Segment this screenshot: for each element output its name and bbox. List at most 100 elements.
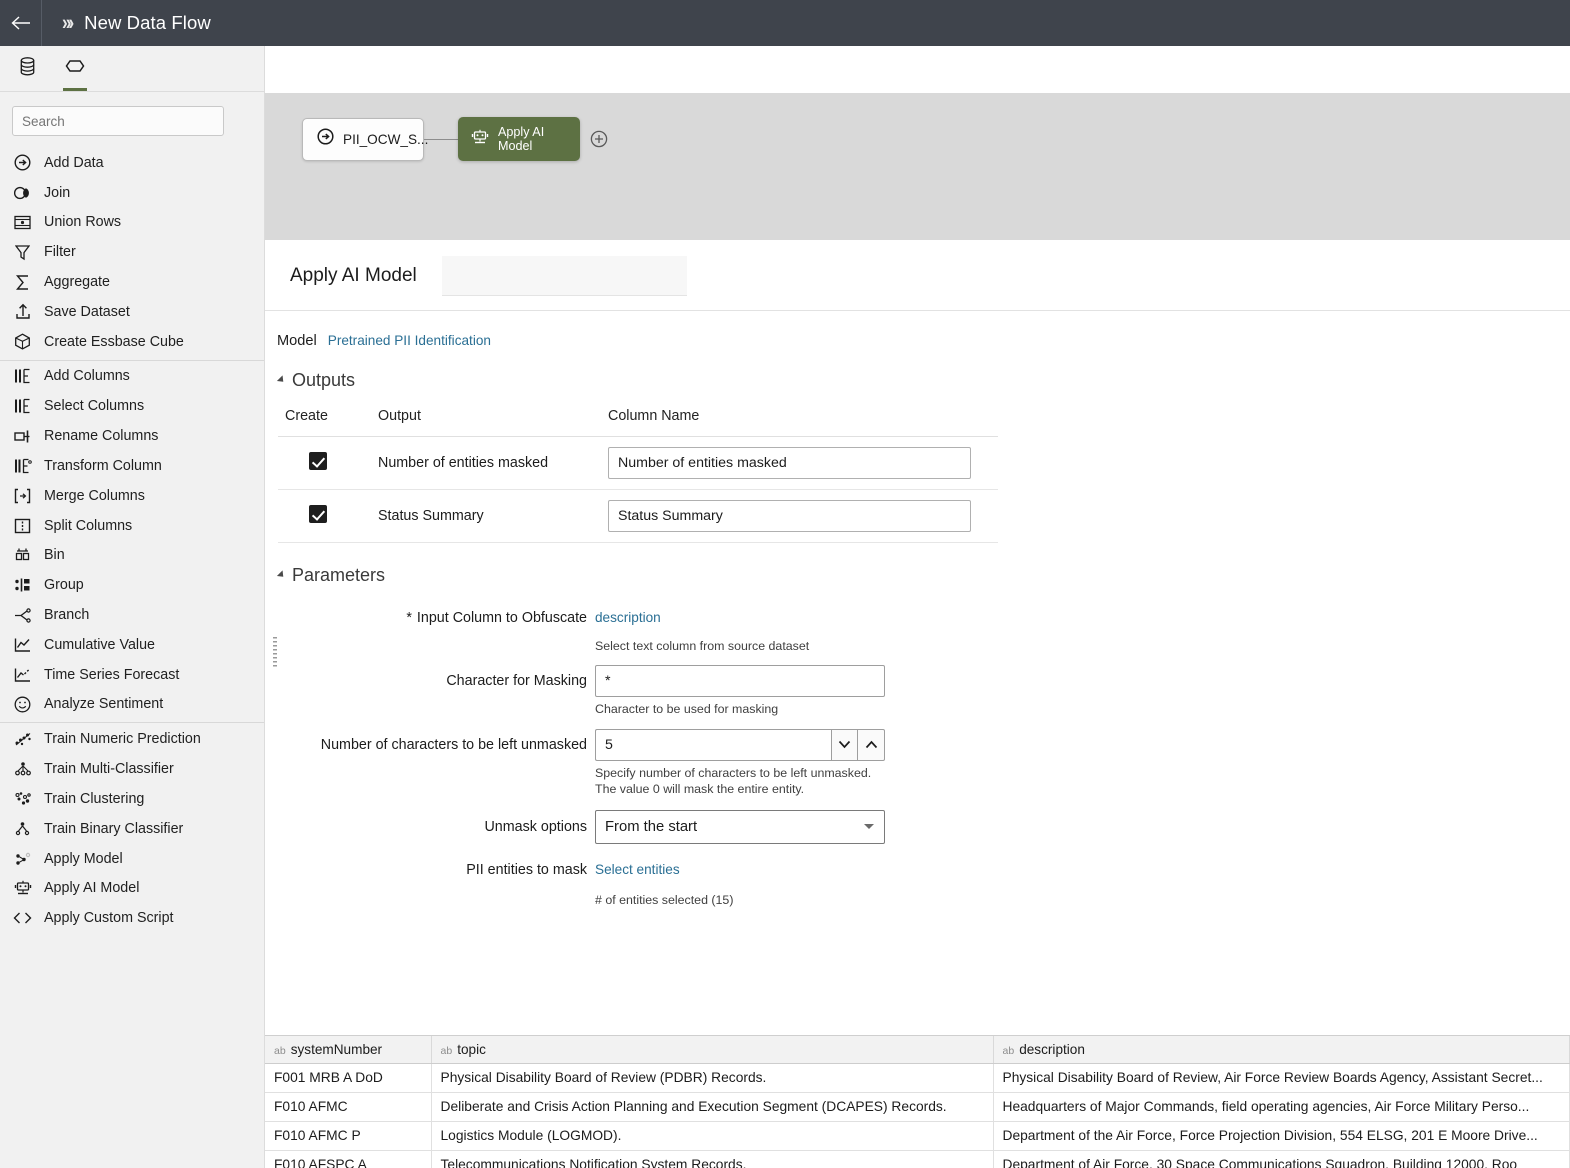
- column-header-label: topic: [457, 1041, 486, 1057]
- model-value-link[interactable]: Pretrained PII Identification: [328, 333, 491, 348]
- sidebar-item-label: Apply AI Model: [44, 880, 140, 897]
- sidebar-item-apply-model[interactable]: Apply Model: [0, 844, 264, 874]
- top-bar: »› New Data Flow: [0, 0, 1570, 46]
- sidebar-item-label: Select Columns: [44, 398, 145, 415]
- shape-node-icon: [65, 59, 85, 78]
- sidebar-item-label: Add Data: [44, 154, 104, 171]
- text-type-icon: ab: [274, 1044, 286, 1057]
- outputs-section-header[interactable]: Outputs: [265, 370, 1570, 391]
- sidebar-item-join[interactable]: Join: [0, 178, 264, 208]
- sidebar-item-time-series-forecast[interactable]: Time Series Forecast: [0, 660, 264, 690]
- panel-resize-grip[interactable]: [273, 637, 277, 667]
- stepper-up-button[interactable]: [858, 729, 885, 761]
- text-type-icon: ab: [440, 1044, 453, 1057]
- flow-node-apply-ai-model[interactable]: Apply AI Model: [458, 117, 580, 161]
- table-row[interactable]: F010 AFMC P Logistics Module (LOGMOD). D…: [265, 1121, 1570, 1151]
- sidebar-item-create-essbase-cube[interactable]: Create Essbase Cube: [0, 327, 264, 357]
- unmasked-count-input[interactable]: [595, 729, 831, 761]
- outputs-cell-output: Number of entities masked: [378, 436, 608, 490]
- sidebar-item-transform-column[interactable]: Transform Column: [0, 451, 264, 481]
- column-name-input[interactable]: [608, 447, 971, 479]
- panel-header: Apply AI Model: [265, 241, 1570, 311]
- column-header-topic[interactable]: ab topic: [431, 1036, 994, 1064]
- column-name-input[interactable]: [608, 500, 971, 532]
- sidebar-item-select-columns[interactable]: Select Columns: [0, 392, 264, 422]
- outputs-section-title: Outputs: [292, 370, 356, 390]
- plus-circle-icon[interactable]: [590, 130, 608, 148]
- outputs-cell-create: [278, 489, 378, 543]
- param-input-column-hint: Select text column from source dataset: [595, 639, 810, 653]
- multi-classifier-icon: [13, 760, 32, 779]
- column-header-description[interactable]: ab description: [993, 1036, 1570, 1064]
- search-input[interactable]: [12, 106, 224, 136]
- cell-topic: Logistics Module (LOGMOD).: [431, 1121, 994, 1151]
- data-preview-grid[interactable]: absystemNumber abtopic abdescription: [265, 1035, 1570, 1168]
- sidebar-item-add-columns[interactable]: Add Columns: [0, 359, 264, 392]
- sidebar-item-save-dataset[interactable]: Save Dataset: [0, 297, 264, 327]
- column-header-label: systemNumber: [290, 1041, 383, 1057]
- param-unmasked-count-row: Number of characters to be left unmasked: [265, 729, 1570, 797]
- sidebar-item-train-numeric-prediction[interactable]: Train Numeric Prediction: [0, 722, 264, 754]
- sidebar-item-label: Apply Model: [44, 850, 123, 867]
- sidebar-item-aggregate[interactable]: Aggregate: [0, 267, 264, 297]
- outputs-header-create: Create: [278, 408, 378, 437]
- model-label: Model: [277, 333, 317, 349]
- sidebar-item-apply-ai-model[interactable]: Apply AI Model: [0, 874, 264, 904]
- binary-classifier-icon: [13, 819, 32, 838]
- sidebar-item-filter[interactable]: Filter: [0, 237, 264, 267]
- sidebar-search-wrap: [0, 92, 264, 142]
- param-pii-entities-label: PII entities to mask: [466, 862, 587, 878]
- caret-icon: [276, 375, 287, 385]
- sidebar-item-apply-custom-script[interactable]: Apply Custom Script: [0, 903, 264, 933]
- parameters-section-header[interactable]: Parameters: [265, 565, 1570, 586]
- sidebar-item-add-data[interactable]: Add Data: [0, 148, 264, 178]
- cell-topic: Telecommunications Notification System R…: [431, 1150, 994, 1168]
- datasets-tab[interactable]: [12, 47, 42, 91]
- sidebar-item-bin[interactable]: Bin: [0, 541, 264, 571]
- sidebar-item-label: Train Clustering: [44, 791, 145, 808]
- outputs-cell-create: [278, 436, 378, 490]
- sidebar-item-analyze-sentiment[interactable]: Analyze Sentiment: [0, 690, 264, 720]
- sidebar-item-group[interactable]: Group: [0, 570, 264, 600]
- sidebar-item-train-clustering[interactable]: Train Clustering: [0, 784, 264, 814]
- unmask-options-select[interactable]: From the start: [595, 810, 885, 844]
- arrow-right-circle-icon: [317, 128, 334, 150]
- sidebar-item-union-rows[interactable]: Union Rows: [0, 208, 264, 238]
- sidebar-item-train-binary-classifier[interactable]: Train Binary Classifier: [0, 814, 264, 844]
- sidebar-item-branch[interactable]: Branch: [0, 600, 264, 630]
- input-column-description-link[interactable]: description: [595, 610, 661, 625]
- step-name-input[interactable]: [441, 255, 687, 296]
- line-chart-icon: [13, 635, 32, 654]
- rename-columns-icon: [13, 427, 32, 446]
- table-row: Status Summary: [278, 489, 998, 543]
- chevrons-right-icon: »›: [62, 10, 74, 35]
- column-header-systemnumber[interactable]: ab systemNumber: [265, 1036, 432, 1064]
- stepper-down-button[interactable]: [831, 729, 858, 761]
- param-unmasked-count-hint-2: The value 0 will mask the entire entity.: [595, 782, 805, 796]
- select-entities-link[interactable]: Select entities: [595, 862, 680, 877]
- table-row: Number of entities masked: [278, 436, 998, 490]
- sidebar-item-cumulative-value[interactable]: Cumulative Value: [0, 630, 264, 660]
- create-checkbox[interactable]: [309, 505, 327, 523]
- table-row[interactable]: F001 MRB A DoD Physical Disability Board…: [265, 1063, 1570, 1093]
- steps-tab[interactable]: [60, 47, 90, 91]
- sidebar-item-split-columns[interactable]: Split Columns: [0, 511, 264, 541]
- sidebar-item-rename-columns[interactable]: Rename Columns: [0, 421, 264, 451]
- robot-icon: [13, 879, 32, 898]
- sidebar-item-merge-columns[interactable]: Merge Columns: [0, 481, 264, 511]
- merge-columns-icon: [13, 486, 32, 505]
- sidebar-item-label: Analyze Sentiment: [44, 696, 164, 713]
- table-row[interactable]: F010 AFSPC A Telecommunications Notifica…: [265, 1150, 1570, 1168]
- masking-character-input[interactable]: [595, 665, 885, 697]
- table-row[interactable]: F010 AFMC Deliberate and Crisis Action P…: [265, 1092, 1570, 1122]
- sidebar-item-train-multi-classifier[interactable]: Train Multi-Classifier: [0, 754, 264, 784]
- create-checkbox[interactable]: [309, 452, 327, 470]
- text-type-icon: ab: [1002, 1044, 1015, 1057]
- cell-systemnumber: F010 AFMC: [265, 1092, 432, 1122]
- cell-systemnumber: F001 MRB A DoD: [265, 1063, 432, 1093]
- sidebar-item-label: Aggregate: [44, 274, 110, 291]
- back-button[interactable]: [0, 0, 42, 46]
- param-input-column-field: description Select text column from sour…: [595, 602, 809, 654]
- flow-node-source[interactable]: PII_OCW_S...: [302, 117, 428, 161]
- flow-canvas[interactable]: PII_OCW_S... Apply AI Model: [265, 93, 1570, 241]
